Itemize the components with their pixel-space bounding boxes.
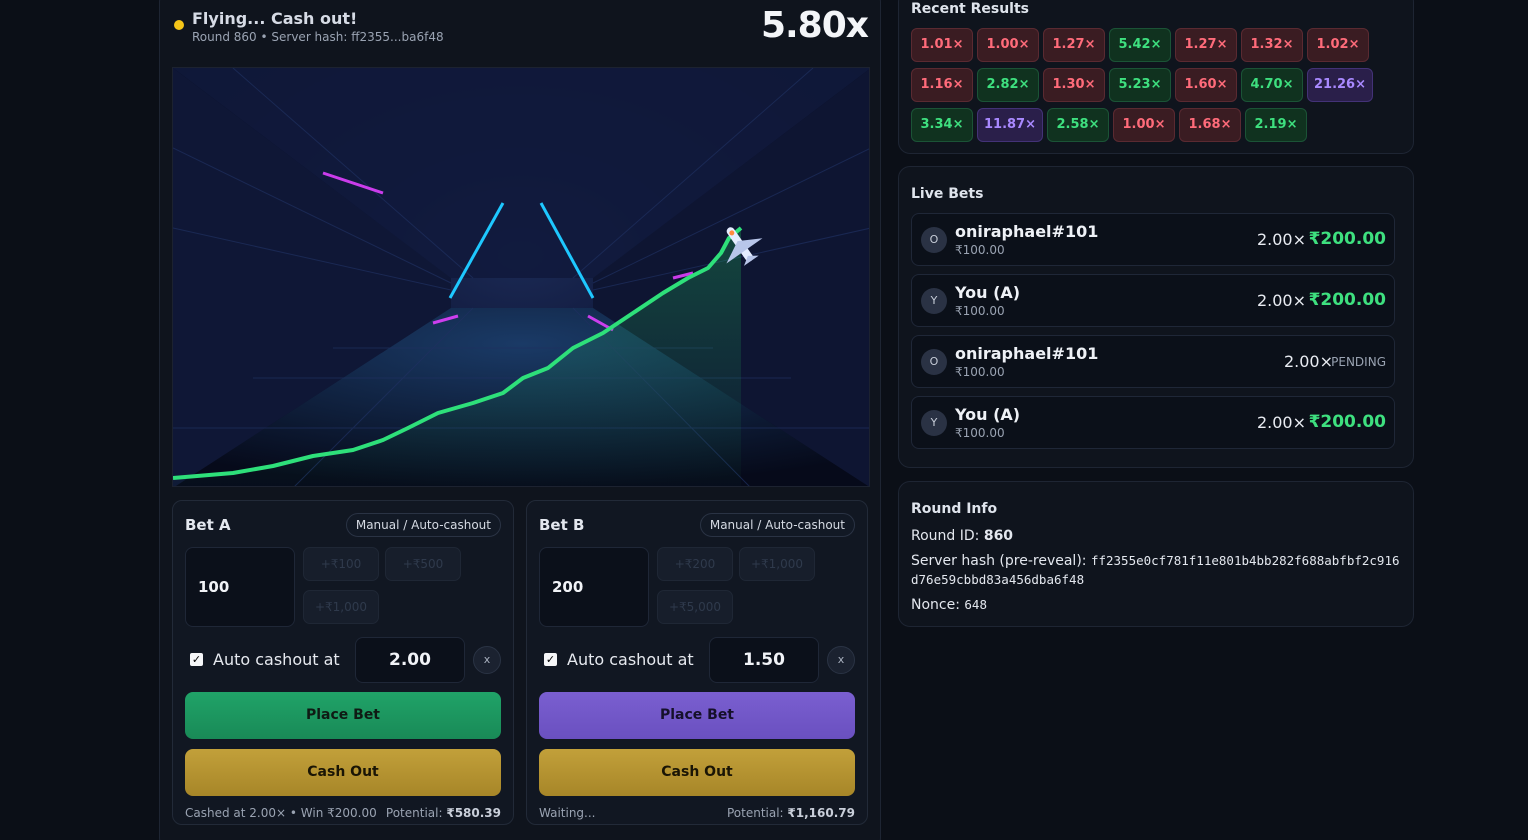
- live-bet-row: Y You (A) ₹100.00 2.00× ₹200.00: [911, 274, 1395, 327]
- game-column: Flying... Cash out! Round 860 • Server h…: [159, 0, 881, 840]
- auto-cashout-label: Auto cashout at: [213, 650, 340, 669]
- game-status-bar: Flying... Cash out! Round 860 • Server h…: [172, 5, 869, 53]
- quick-add-chip[interactable]: +₹200: [657, 547, 733, 581]
- live-bets-card: Live Bets Ooniraphael#101 ₹100.00 2.00× ₹20…: [898, 166, 1414, 468]
- flight-canvas: [172, 67, 870, 487]
- bet-status: Cashed at 2.00× • Win ₹200.00: [185, 806, 377, 820]
- round-info-card: Round Info Round ID: 860 Server hash (pr…: [898, 481, 1414, 627]
- mode-toggle[interactable]: Manual / Auto-cashout: [699, 513, 855, 537]
- result-badge: 2.19×: [1245, 108, 1307, 142]
- result-badge: 4.70×: [1241, 68, 1303, 102]
- win-amount: ₹200.00: [1308, 229, 1386, 249]
- result-badge: 21.26×: [1307, 68, 1373, 102]
- player-name: You (A): [955, 405, 1021, 424]
- result-badge: 11.87×: [977, 108, 1043, 142]
- player-name: You (A): [955, 283, 1021, 302]
- pending-badge: PENDING: [1331, 355, 1386, 369]
- auto-cashout-row: ✓ Auto cashout at 2.00 x: [185, 637, 501, 683]
- result-badge: 1.16×: [911, 68, 973, 102]
- avatar: O: [921, 349, 947, 375]
- bet-title: Bet A: [185, 516, 231, 534]
- bet-stake: ₹100.00: [955, 365, 1005, 379]
- result-badge: 1.00×: [977, 28, 1039, 62]
- potential-payout: Potential: ₹580.39: [385, 806, 501, 820]
- clear-auto-cashout-button[interactable]: x: [473, 646, 501, 674]
- cashout-multiplier: 2.00×: [1256, 230, 1306, 249]
- live-bet-row: Y You (A) ₹100.00 2.00× ₹200.00: [911, 396, 1395, 449]
- cashout-multiplier: 2.00×: [1256, 413, 1306, 432]
- status-title: Flying... Cash out!: [192, 9, 358, 28]
- recent-results-title: Recent Results: [911, 1, 1030, 17]
- bet-amount-input[interactable]: 100: [185, 547, 295, 627]
- result-badge: 1.01×: [911, 28, 973, 62]
- round-id-line: Round ID: 860: [911, 528, 1014, 544]
- quick-add-chip[interactable]: +₹5,000: [657, 590, 733, 624]
- bet-stake: ₹100.00: [955, 243, 1005, 257]
- result-badge: 1.32×: [1241, 28, 1303, 62]
- player-name: oniraphael#101: [955, 344, 1099, 363]
- live-bets-title: Live Bets: [911, 186, 984, 202]
- quick-add-chip[interactable]: +₹1,000: [739, 547, 815, 581]
- avatar: Y: [921, 410, 947, 436]
- auto-cashout-input[interactable]: 2.00: [355, 637, 465, 683]
- bet-title: Bet B: [539, 516, 585, 534]
- round-info-title: Round Info: [911, 501, 998, 517]
- result-badge: 1.27×: [1175, 28, 1237, 62]
- bet-status: Waiting...: [539, 806, 596, 820]
- bet-amount-input[interactable]: 200: [539, 547, 649, 627]
- result-badge: 1.02×: [1307, 28, 1369, 62]
- cashout-multiplier: 2.00×: [1283, 352, 1333, 371]
- nonce-line: Nonce: 648: [911, 597, 987, 613]
- cash-out-button[interactable]: Cash Out: [185, 749, 501, 796]
- cash-out-button[interactable]: Cash Out: [539, 749, 855, 796]
- mode-toggle[interactable]: Manual / Auto-cashout: [345, 513, 501, 537]
- bet-stake: ₹100.00: [955, 304, 1005, 318]
- auto-cashout-checkbox[interactable]: ✓: [544, 653, 557, 666]
- current-multiplier: 5.80x: [760, 5, 869, 46]
- bet-panel-b: Bet B Manual / Auto-cashout 200 +₹200 +₹…: [526, 500, 868, 825]
- status-dot-icon: [174, 20, 184, 30]
- result-badge: 5.42×: [1109, 28, 1171, 62]
- recent-results-card: Recent Results 1.01× 1.00× 1.27× 5.42× 1.27×…: [898, 0, 1414, 154]
- avatar: Y: [921, 288, 947, 314]
- bet-panel-a: Bet A Manual / Auto-cashout 100 +₹100 +₹…: [172, 500, 514, 825]
- result-badge: 1.60×: [1175, 68, 1237, 102]
- result-badge: 3.34×: [911, 108, 973, 142]
- potential-payout: Potential: ₹1,160.79: [726, 806, 855, 820]
- result-badge: 2.58×: [1047, 108, 1109, 142]
- server-hash-value: ff2355e0cf781f11e801b4bb282f688abfbf2c91…: [1090, 553, 1400, 568]
- result-badge: 1.68×: [1179, 108, 1241, 142]
- round-id-value: 860: [983, 528, 1014, 544]
- avatar: O: [921, 227, 947, 253]
- result-badge: 2.82×: [977, 68, 1039, 102]
- result-badge: 1.27×: [1043, 28, 1105, 62]
- auto-cashout-row: ✓ Auto cashout at 1.50 x: [539, 637, 855, 683]
- quick-add-chip[interactable]: +₹500: [385, 547, 461, 581]
- result-badge: 1.00×: [1113, 108, 1175, 142]
- auto-cashout-checkbox[interactable]: ✓: [190, 653, 203, 666]
- live-bet-row: Ooniraphael#101 ₹100.00 2.00× ₹200.00: [911, 213, 1395, 266]
- bet-stake: ₹100.00: [955, 426, 1005, 440]
- live-bet-row: Ooniraphael#101 ₹100.00 2.00× PENDING: [911, 335, 1395, 388]
- cashout-multiplier: 2.00×: [1256, 291, 1306, 310]
- win-amount: ₹200.00: [1308, 290, 1386, 310]
- place-bet-button[interactable]: Place Bet: [185, 692, 501, 739]
- player-name: oniraphael#101: [955, 222, 1099, 241]
- clear-auto-cashout-button[interactable]: x: [827, 646, 855, 674]
- server-hash-continued: d76e59cbbd83a456dba6f48: [911, 572, 1085, 587]
- auto-cashout-input[interactable]: 1.50: [709, 637, 819, 683]
- server-hash-line: Server hash (pre-reveal): ff2355e0cf781f…: [911, 553, 1400, 569]
- win-amount: ₹200.00: [1308, 412, 1386, 432]
- tunnel-scene: [173, 68, 869, 486]
- result-badge: 1.30×: [1043, 68, 1105, 102]
- round-hash-line: Round 860 • Server hash: ff2355...ba6f48: [192, 30, 444, 44]
- place-bet-button[interactable]: Place Bet: [539, 692, 855, 739]
- result-badge: 5.23×: [1109, 68, 1171, 102]
- nonce-value: 648: [964, 597, 987, 612]
- quick-add-chip[interactable]: +₹1,000: [303, 590, 379, 624]
- auto-cashout-label: Auto cashout at: [567, 650, 694, 669]
- quick-add-chip[interactable]: +₹100: [303, 547, 379, 581]
